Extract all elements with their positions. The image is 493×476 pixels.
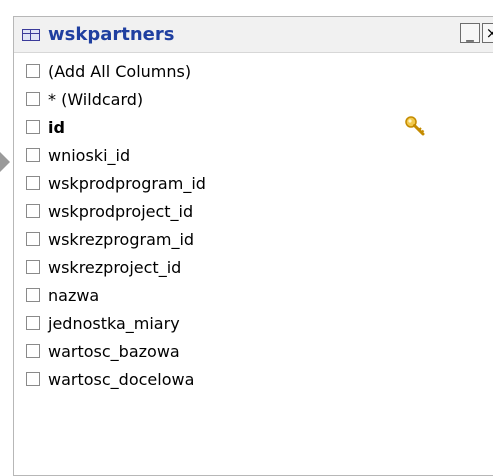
column-checkbox[interactable] — [26, 204, 40, 218]
column-row-wskprodproject-id[interactable]: wskprodproject_id — [14, 197, 493, 225]
column-row-add-all[interactable]: (Add All Columns) — [14, 57, 493, 85]
column-row-wskrezprogram-id[interactable]: wskrezprogram_id — [14, 225, 493, 253]
column-checkbox[interactable] — [26, 64, 40, 78]
close-button[interactable]: × — [482, 23, 493, 43]
column-checkbox[interactable] — [26, 92, 40, 106]
column-row-wskprodprogram-id[interactable]: wskprodprogram_id — [14, 169, 493, 197]
window-title: wskpartners — [48, 24, 175, 45]
column-row-wartosc-bazowa[interactable]: wartosc_bazowa — [14, 337, 493, 365]
column-checkbox[interactable] — [26, 316, 40, 330]
column-row-nazwa[interactable]: nazwa — [14, 281, 493, 309]
column-label: * (Wildcard) — [48, 89, 144, 109]
column-label: wskprodprogram_id — [48, 173, 206, 193]
column-row-jednostka-miary[interactable]: jednostka_miary — [14, 309, 493, 337]
key-icon — [405, 116, 425, 136]
column-label: wskrezprogram_id — [48, 229, 195, 249]
column-list: (Add All Columns) * (Wildcard) id wniosk… — [14, 53, 493, 393]
column-label: wnioski_id — [48, 145, 131, 165]
window-titlebar[interactable]: wskpartners _ × — [14, 17, 493, 53]
column-label: id — [48, 117, 65, 137]
table-icon — [22, 28, 40, 41]
column-checkbox[interactable] — [26, 120, 40, 134]
table-window[interactable]: wskpartners _ × (Add All Columns) * (Wil… — [13, 16, 493, 476]
column-label: jednostka_miary — [48, 313, 180, 333]
column-checkbox[interactable] — [26, 232, 40, 246]
row-pointer-arrow-icon — [0, 152, 10, 172]
column-label: nazwa — [48, 285, 100, 305]
column-label: (Add All Columns) — [48, 61, 192, 81]
column-label: wskrezproject_id — [48, 257, 182, 277]
column-checkbox[interactable] — [26, 344, 40, 358]
column-checkbox[interactable] — [26, 148, 40, 162]
minimize-button[interactable]: _ — [460, 23, 480, 43]
column-label: wartosc_docelowa — [48, 369, 195, 389]
column-row-id[interactable]: id — [14, 113, 493, 141]
column-row-wildcard[interactable]: * (Wildcard) — [14, 85, 493, 113]
column-label: wartosc_bazowa — [48, 341, 180, 361]
column-row-wnioski-id[interactable]: wnioski_id — [14, 141, 493, 169]
column-row-wartosc-docelowa[interactable]: wartosc_docelowa — [14, 365, 493, 393]
column-checkbox[interactable] — [26, 288, 40, 302]
column-label: wskprodproject_id — [48, 201, 194, 221]
column-checkbox[interactable] — [26, 176, 40, 190]
column-row-wskrezproject-id[interactable]: wskrezproject_id — [14, 253, 493, 281]
column-checkbox[interactable] — [26, 260, 40, 274]
column-checkbox[interactable] — [26, 372, 40, 386]
